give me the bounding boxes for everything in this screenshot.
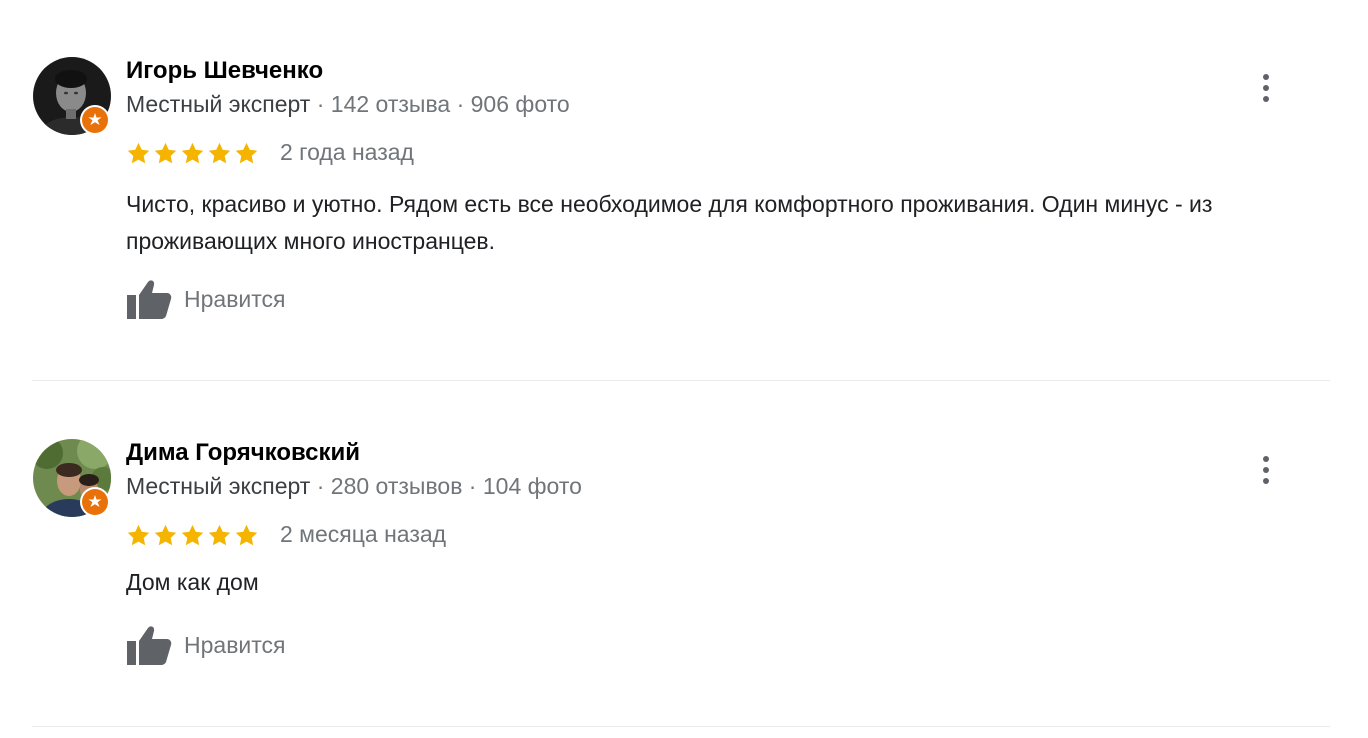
- star-icon: [127, 524, 150, 545]
- star-icon: [235, 142, 258, 163]
- more-vert-icon: [1263, 74, 1269, 80]
- like-label: Нравится: [184, 285, 286, 312]
- local-expert-label: Местный эксперт: [126, 473, 311, 499]
- like-button[interactable]: Нравится: [126, 624, 286, 666]
- more-options-button[interactable]: [1252, 70, 1280, 106]
- star-icon: [154, 524, 177, 545]
- reviewer-meta: Местный эксперт · 280 отзывов · 104 фото: [126, 473, 582, 500]
- like-label: Нравится: [184, 631, 286, 658]
- star-icon: [154, 142, 177, 163]
- reviewer-meta: Местный эксперт · 142 отзыва · 906 фото: [126, 91, 570, 118]
- local-expert-label: Местный эксперт: [126, 91, 311, 117]
- review-text: Дом как дом: [126, 569, 259, 595]
- thumbs-up-icon: [127, 626, 172, 665]
- star-rating: [126, 140, 261, 166]
- more-vert-icon: [1263, 456, 1269, 462]
- star-icon: [235, 524, 258, 545]
- star-icon: [208, 524, 231, 545]
- review-date: 2 месяца назад: [280, 521, 447, 547]
- reviewer-name[interactable]: Игорь Шевченко: [126, 57, 323, 85]
- local-guide-badge: [80, 487, 110, 517]
- review-divider: [32, 726, 1330, 727]
- reviewer-name[interactable]: Дима Горячковский: [126, 439, 360, 467]
- star-rating: [126, 522, 261, 548]
- thumbs-up-icon: [127, 280, 172, 319]
- more-options-button[interactable]: [1252, 452, 1280, 488]
- reviewer-stats: · 142 отзыва · 906 фото: [310, 91, 570, 117]
- review-divider: [32, 380, 1330, 381]
- reviewer-stats: · 280 отзывов · 104 фото: [310, 473, 582, 499]
- review-text: Чисто, красиво и уютно. Рядом есть все н…: [126, 191, 1213, 254]
- review-date: 2 года назад: [280, 139, 414, 165]
- local-guide-badge-icon: [82, 489, 108, 515]
- star-icon: [181, 524, 204, 545]
- star-icon: [127, 142, 150, 163]
- star-icon: [181, 142, 204, 163]
- local-guide-badge: [80, 105, 110, 135]
- like-button[interactable]: Нравится: [126, 278, 286, 320]
- local-guide-badge-icon: [82, 107, 108, 133]
- star-icon: [208, 142, 231, 163]
